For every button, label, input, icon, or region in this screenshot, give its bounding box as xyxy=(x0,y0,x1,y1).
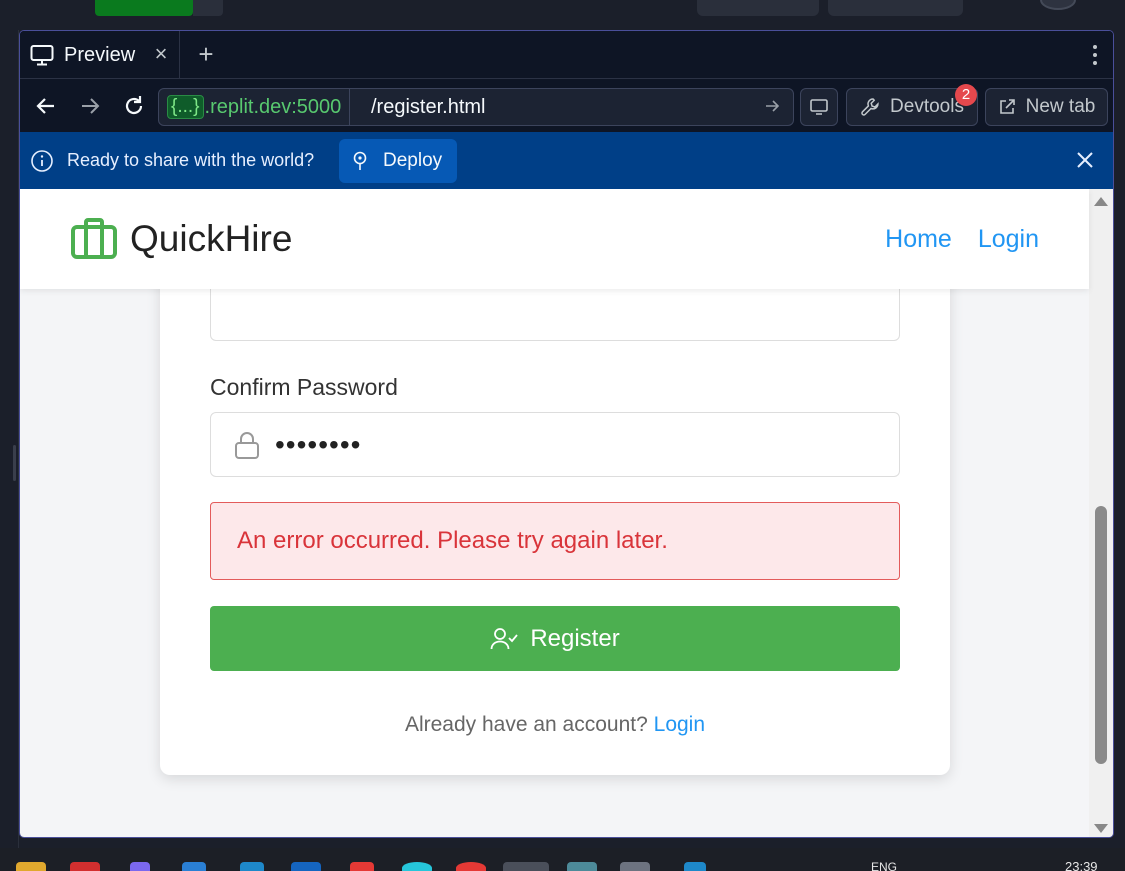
app-icon-blue-2[interactable] xyxy=(684,862,706,871)
preview-window: Preview × + {...} .replit.dev:5000 /regi… xyxy=(19,30,1114,838)
close-icon[interactable]: × xyxy=(151,43,171,65)
app-icon-vscode[interactable] xyxy=(240,862,264,871)
info-icon xyxy=(31,150,53,172)
briefcase-icon xyxy=(71,218,117,259)
url-host: {...} .replit.dev:5000 xyxy=(159,89,351,125)
login-link[interactable]: Login xyxy=(654,713,705,736)
file-explorer-icon[interactable] xyxy=(16,862,46,871)
site-nav: Home Login xyxy=(859,225,1039,254)
page-viewport: QuickHire Home Login Confirm Password ••… xyxy=(20,189,1113,837)
error-message: An error occurred. Please try again late… xyxy=(237,527,668,554)
brand[interactable]: QuickHire xyxy=(70,217,292,261)
url-bar: {...} .replit.dev:5000 /register.html De… xyxy=(20,80,1113,132)
register-button[interactable]: Register xyxy=(210,606,900,671)
app-icon-slate[interactable] xyxy=(567,862,597,871)
back-arrow-icon[interactable] xyxy=(32,92,60,120)
nav-home-link[interactable]: Home xyxy=(885,225,952,254)
url-host-braces: {...} xyxy=(167,95,204,119)
go-arrow-icon[interactable] xyxy=(763,97,781,115)
scroll-down-arrow-icon[interactable] xyxy=(1094,824,1108,833)
brand-name: QuickHire xyxy=(130,218,293,259)
scroll-up-arrow-icon[interactable] xyxy=(1094,197,1108,206)
avatar[interactable] xyxy=(1040,0,1076,10)
more-options-icon[interactable] xyxy=(1091,43,1099,67)
app-icon-teal[interactable] xyxy=(402,862,432,871)
deploy-icon xyxy=(353,151,367,170)
scrollbar-thumb[interactable] xyxy=(1095,506,1107,764)
top-pill-button[interactable] xyxy=(697,0,819,16)
url-input[interactable]: {...} .replit.dev:5000 /register.html xyxy=(158,88,794,126)
wrench-icon xyxy=(861,98,879,116)
new-tab-label: New tab xyxy=(1025,96,1096,117)
login-prompt-text: Already have an account? xyxy=(404,713,648,736)
new-tab-button[interactable]: New tab xyxy=(985,88,1108,126)
deploy-button-label: Deploy xyxy=(383,150,443,171)
app-icon-red[interactable] xyxy=(70,862,100,871)
forward-arrow-icon[interactable] xyxy=(76,92,104,120)
login-prompt: Already have an account? Login xyxy=(160,713,950,737)
tab-title: Preview xyxy=(64,43,136,66)
app-icon-gray[interactable] xyxy=(620,862,650,871)
app-icon-chrome[interactable] xyxy=(456,862,486,871)
register-button-label: Register xyxy=(530,624,620,652)
os-top-strip xyxy=(0,0,1125,30)
lock-icon xyxy=(235,431,259,459)
app-icon-git[interactable] xyxy=(350,862,374,871)
confirm-password-label: Confirm Password xyxy=(210,374,398,400)
clock[interactable]: 23:39 xyxy=(1065,859,1098,871)
external-link-icon xyxy=(999,99,1015,114)
url-path[interactable]: /register.html xyxy=(371,89,485,125)
add-tab-button[interactable]: + xyxy=(192,41,220,69)
user-check-icon xyxy=(490,627,519,649)
register-card: Confirm Password •••••••• An error occur… xyxy=(160,219,950,775)
resize-handle[interactable] xyxy=(13,445,16,481)
nav-login-link[interactable]: Login xyxy=(978,225,1039,254)
app-icon-blue[interactable] xyxy=(182,862,206,871)
reload-icon[interactable] xyxy=(120,92,148,120)
monitor-icon xyxy=(30,45,54,66)
site-header: QuickHire Home Login xyxy=(20,189,1089,289)
device-toggle-button[interactable] xyxy=(800,88,838,126)
deploy-banner: Ready to share with the world? Deploy xyxy=(20,132,1113,189)
notification-badge: 2 xyxy=(955,84,977,106)
run-button[interactable] xyxy=(95,0,193,16)
deploy-button[interactable]: Deploy xyxy=(339,139,457,183)
confirm-password-value: •••••••• xyxy=(275,428,362,460)
confirm-password-field[interactable]: •••••••• xyxy=(210,412,900,477)
taskbar: ENG 23:39 xyxy=(0,848,1125,871)
left-side-panel xyxy=(0,30,19,848)
app-icon-purple[interactable] xyxy=(130,862,150,871)
app-icon-active[interactable] xyxy=(503,862,549,871)
run-options-button[interactable] xyxy=(193,0,223,16)
devtools-label: Devtools xyxy=(890,96,964,117)
close-icon[interactable] xyxy=(1073,148,1097,172)
deploy-message: Ready to share with the world? xyxy=(67,150,315,170)
language-indicator[interactable]: ENG xyxy=(871,860,897,871)
deploy-top-button[interactable] xyxy=(828,0,963,16)
app-icon-store[interactable] xyxy=(291,862,321,871)
tab-preview[interactable]: Preview × xyxy=(20,31,180,79)
url-host-text: .replit.dev:5000 xyxy=(204,95,342,118)
scrollbar[interactable] xyxy=(1089,189,1113,837)
screen-icon xyxy=(810,99,828,115)
tab-bar: Preview × + xyxy=(20,31,1113,79)
error-alert: An error occurred. Please try again late… xyxy=(210,502,900,580)
